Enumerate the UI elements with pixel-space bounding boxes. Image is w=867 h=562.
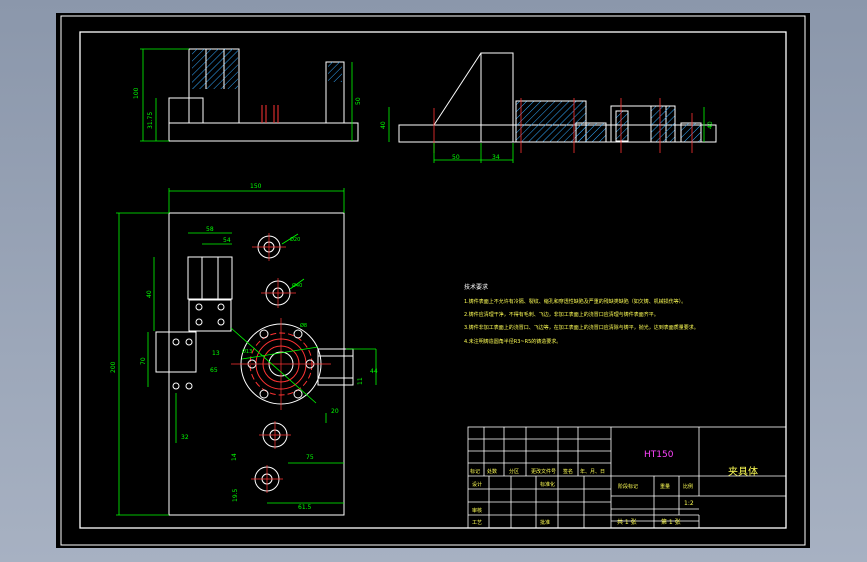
dim-plan-i: 20 xyxy=(331,408,339,415)
dim-front-right: 50 xyxy=(355,97,362,105)
dim-plan-b: 54 xyxy=(223,237,231,244)
dim-plan-g: 61.5 xyxy=(298,504,312,511)
notes-title: 技术要求 xyxy=(464,283,488,291)
title-scale-label: 比例 xyxy=(683,483,693,490)
dim-plan-height: 200 xyxy=(110,361,117,373)
dim-plan-a: 58 xyxy=(206,226,214,233)
notes-item-4: 4.未注明铸造圆角半径R3~R5的铸造要求。 xyxy=(464,338,561,345)
title-design: 设计 xyxy=(472,481,482,488)
title-row-label-6: 年、月、日 xyxy=(580,468,605,475)
dim-front-height: 100 xyxy=(133,87,140,99)
dim-plan-m: 11 xyxy=(357,377,364,385)
plan-centerlines xyxy=(231,233,331,493)
dim-plan-c: 40 xyxy=(146,290,153,298)
dim-side-right: 40 xyxy=(707,121,714,129)
title-process: 工艺 xyxy=(472,520,482,526)
dim-side-bottom-b: 34 xyxy=(492,154,500,161)
side-view xyxy=(398,52,717,143)
dim-plan-l: 70 xyxy=(140,357,147,365)
title-sheet-no: 第 1 张 xyxy=(661,518,681,526)
dim-side-bottom-a: 50 xyxy=(452,154,460,161)
title-standard: 标准化 xyxy=(540,481,555,488)
title-weight-label: 重量 xyxy=(660,483,670,490)
dim-front-small: 31.75 xyxy=(147,112,154,129)
dim-plan-n: 44 xyxy=(370,368,378,375)
title-review: 审核 xyxy=(472,507,482,514)
plan-holes xyxy=(254,235,291,492)
dim-plan-k: 65 xyxy=(210,367,218,374)
title-row-label-3: 分区 xyxy=(509,468,519,475)
title-part-name: 夹具体 xyxy=(728,465,758,478)
title-row-label-5: 签名 xyxy=(563,468,573,475)
dim-hole-c: Ø8 xyxy=(300,322,307,329)
notes-item-3: 3.铸件非加工表面上的浇冒口、飞边等，在加工表面上的浇冒口应清除与铸平，抛光，达… xyxy=(464,324,699,331)
dim-hole-d: Ø13 xyxy=(242,348,252,355)
drawing-sheet: 100 31.75 50 40 40 50 34 150 200 58 54 4… xyxy=(60,15,806,546)
title-row-label-1: 标记 xyxy=(470,468,480,475)
dim-hole-a: Ø20 xyxy=(290,236,300,243)
title-stage-label: 阶段标记 xyxy=(618,483,638,490)
front-view xyxy=(168,48,359,142)
title-row-label-2: 处数 xyxy=(487,468,497,475)
dim-side-height: 40 xyxy=(380,121,387,129)
technical-notes: 技术要求 1.铸件表面上不允许有冷隔、裂纹、缩孔和穿透性缺陷及严重的残缺类缺陷（… xyxy=(464,283,699,345)
cad-viewport[interactable]: 100 31.75 50 40 40 50 34 150 200 58 54 4… xyxy=(56,13,810,548)
dim-plan-e: 75 xyxy=(306,454,314,461)
sheet-outer-border xyxy=(60,15,806,546)
dim-plan-width: 150 xyxy=(250,183,262,190)
dim-hole-b: Ø40 xyxy=(292,282,302,289)
title-block-text: HT150 夹具体 标记 处数 分区 更改文件号 签名 年、月、日 设计 标准化… xyxy=(470,450,758,526)
title-row-label-4: 更改文件号 xyxy=(531,468,556,475)
front-view-dimensions xyxy=(140,48,353,142)
dim-plan-d: 13 xyxy=(212,350,220,357)
notes-item-2: 2.铸件应清理干净，不得有毛刺、飞边，非加工表面上的浇冒口应清理与铸件表面齐平。 xyxy=(464,311,659,318)
dim-plan-j: 32 xyxy=(181,434,189,441)
title-approve: 批准 xyxy=(540,519,550,526)
dim-plan-h: 19.5 xyxy=(232,488,239,502)
sheet-inner-border xyxy=(79,31,787,529)
dim-plan-f: 14 xyxy=(231,453,238,461)
notes-item-1: 1.铸件表面上不允许有冷隔、裂纹、缩孔和穿透性缺陷及严重的残缺类缺陷（如欠铸、机… xyxy=(464,298,686,305)
title-sheets-total: 共 1 张 xyxy=(617,518,637,526)
title-scale-value: 1:2 xyxy=(684,500,694,507)
title-material: HT150 xyxy=(644,450,674,460)
